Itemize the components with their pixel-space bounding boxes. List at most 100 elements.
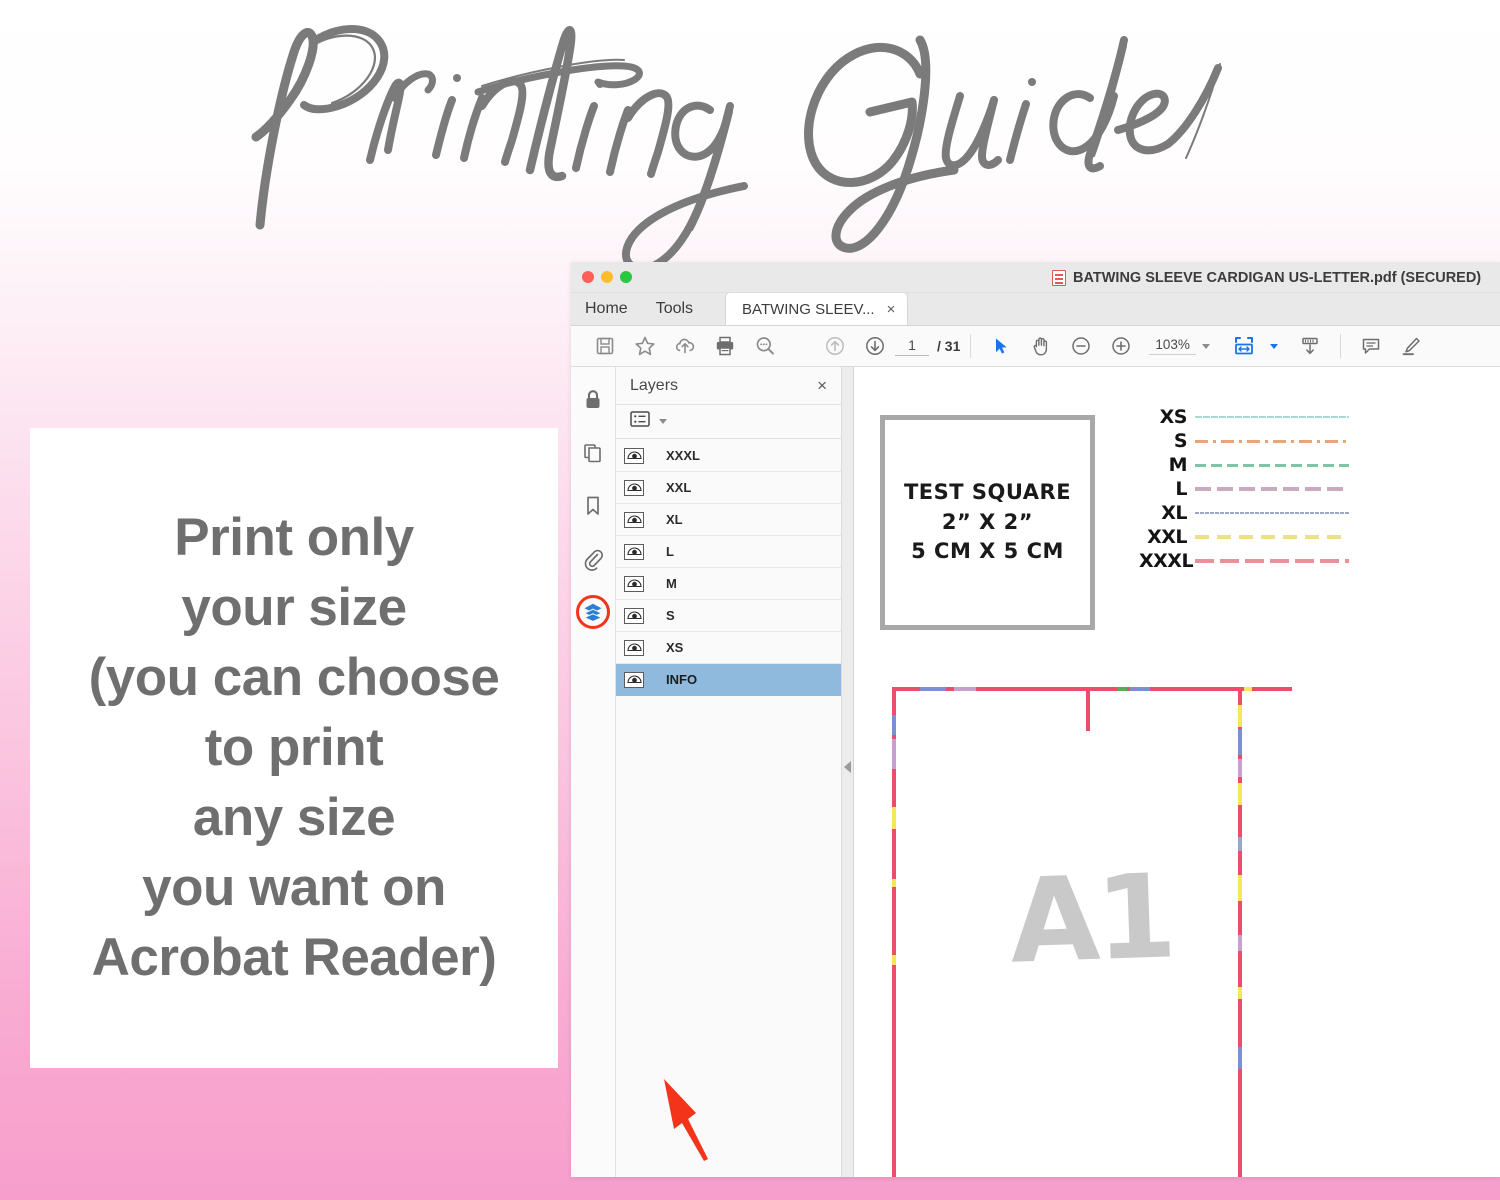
select-cursor-icon[interactable] [981,326,1021,366]
hand-tool-icon[interactable] [1021,326,1061,366]
legend-line-xxxl [1195,559,1349,563]
layers-panel-title: Layers [630,376,679,394]
layer-row[interactable]: XXL [616,472,841,504]
layer-row[interactable]: XXXL [616,440,841,472]
legend-label: M [1168,454,1188,476]
zoom-out-icon[interactable] [1061,326,1101,366]
main-toolbar: 1 / 31 103% [571,326,1500,367]
layers-list: XXXL XXL XL L M S XS INFO [616,439,841,1177]
legend-label: XL [1161,502,1187,524]
page-number-input[interactable]: 1 [895,337,929,356]
annotation-line: KEEP INFO LAYER IN VIEW MODE [630,1175,804,1177]
chevron-down-icon[interactable] [1269,343,1278,349]
pattern-overlay-segment [1238,705,1242,727]
eye-visibility-icon[interactable] [624,607,644,624]
next-page-icon[interactable] [855,326,895,366]
legend-row: XL [1139,501,1349,525]
star-icon[interactable] [625,326,665,366]
highlighter-icon[interactable] [1391,326,1431,366]
pattern-overlay-segment [1238,783,1242,805]
pattern-overlay-segment [1238,987,1242,999]
legend-line-xs [1195,416,1349,418]
eye-visibility-icon[interactable] [624,447,644,464]
pattern-overlay-segment [1238,729,1242,755]
pattern-overlay-segment [892,715,896,735]
layer-row[interactable]: XS [616,632,841,664]
pattern-notch-line [1086,687,1090,731]
pattern-overlay-segment [1238,875,1242,901]
legend-row: M [1139,453,1349,477]
layer-row[interactable]: XL [616,504,841,536]
zoom-level-input[interactable]: 103% [1149,337,1196,355]
layer-label: XS [666,640,684,655]
save-icon[interactable] [585,326,625,366]
search-icon[interactable] [745,326,785,366]
upload-cloud-icon[interactable] [665,326,705,366]
sidebar-item-layers[interactable] [576,595,610,629]
menu-tools[interactable]: Tools [642,292,707,325]
legend-row: XXL [1139,525,1349,549]
info-layer-annotation: KEEP INFO LAYER IN VIEW MODE AND SELECT … [630,1175,804,1177]
eye-visibility-icon[interactable] [624,511,644,528]
legend-line-xl [1195,512,1349,514]
legend-label: XXXL [1139,550,1194,572]
test-square-line: 2” X 2” [941,509,1034,534]
list-options-icon[interactable] [630,410,650,433]
close-icon[interactable]: × [817,377,827,394]
panel-divider[interactable] [842,367,854,1177]
toolbar-divider [1339,334,1341,358]
minimize-window-button[interactable] [601,271,613,283]
attachments-paperclip-icon[interactable] [576,542,610,576]
previous-page-icon[interactable] [815,326,855,366]
eye-visibility-icon[interactable] [624,671,644,688]
page-thumbnails-icon[interactable] [576,436,610,470]
legend-line-s [1195,439,1349,443]
security-lock-icon[interactable] [576,383,610,417]
layers-options-bar [616,405,841,439]
chevron-down-icon[interactable] [1201,343,1210,349]
layer-row[interactable]: M [616,568,841,600]
layer-label: XXXL [666,448,700,463]
maximize-window-button[interactable] [620,271,632,283]
comment-icon[interactable] [1351,326,1391,366]
eye-visibility-icon[interactable] [624,543,644,560]
pattern-overlay-segment [892,807,896,829]
acrobat-reader-window: BATWING SLEEVE CARDIGAN US-LETTER.pdf (S… [571,262,1500,1177]
layer-label: S [666,608,675,623]
close-window-button[interactable] [582,271,594,283]
navigation-rail [571,367,616,1177]
toolbar-divider [970,334,972,358]
legend-line-m [1195,463,1349,467]
layer-label: M [666,576,677,591]
close-icon[interactable]: × [887,302,896,317]
info-layer-callout-arrow [664,1079,708,1161]
pattern-overlay-segment [920,687,946,691]
tab-document[interactable]: BATWING SLEEV... × [725,292,909,325]
window-controls[interactable] [582,271,632,283]
pattern-overlay-segment [1244,687,1252,691]
instruction-line: you want on [142,857,446,917]
chevron-down-icon[interactable] [659,419,667,424]
layer-row[interactable]: S [616,600,841,632]
layer-row-info-selected[interactable]: INFO [616,664,841,696]
window-titlebar: BATWING SLEEVE CARDIGAN US-LETTER.pdf (S… [571,262,1500,293]
eye-visibility-icon[interactable] [624,479,644,496]
eye-visibility-icon[interactable] [624,639,644,656]
print-icon[interactable] [705,326,745,366]
collapse-panel-icon[interactable] [844,761,851,773]
zoom-in-icon[interactable] [1101,326,1141,366]
page-total-label: / 31 [937,338,961,354]
scroll-down-icon[interactable] [1290,326,1330,366]
fit-page-icon[interactable] [1224,326,1264,366]
eye-visibility-icon[interactable] [624,575,644,592]
legend-row: XS [1139,405,1349,429]
page-title-banner: Printing Guide [0,0,1500,273]
document-canvas[interactable]: TEST SQUARE 2” X 2” 5 CM X 5 CM XS S M L… [854,367,1500,1177]
menu-home[interactable]: Home [571,292,642,325]
pattern-piece-label: A1 [1007,849,1175,990]
pattern-overlay-segment [1117,687,1127,691]
tab-bar: Home Tools BATWING SLEEV... × [571,292,1500,326]
size-legend: XS S M L XL XXL XXXL [1139,405,1349,573]
layer-row[interactable]: L [616,536,841,568]
bookmark-icon[interactable] [576,489,610,523]
